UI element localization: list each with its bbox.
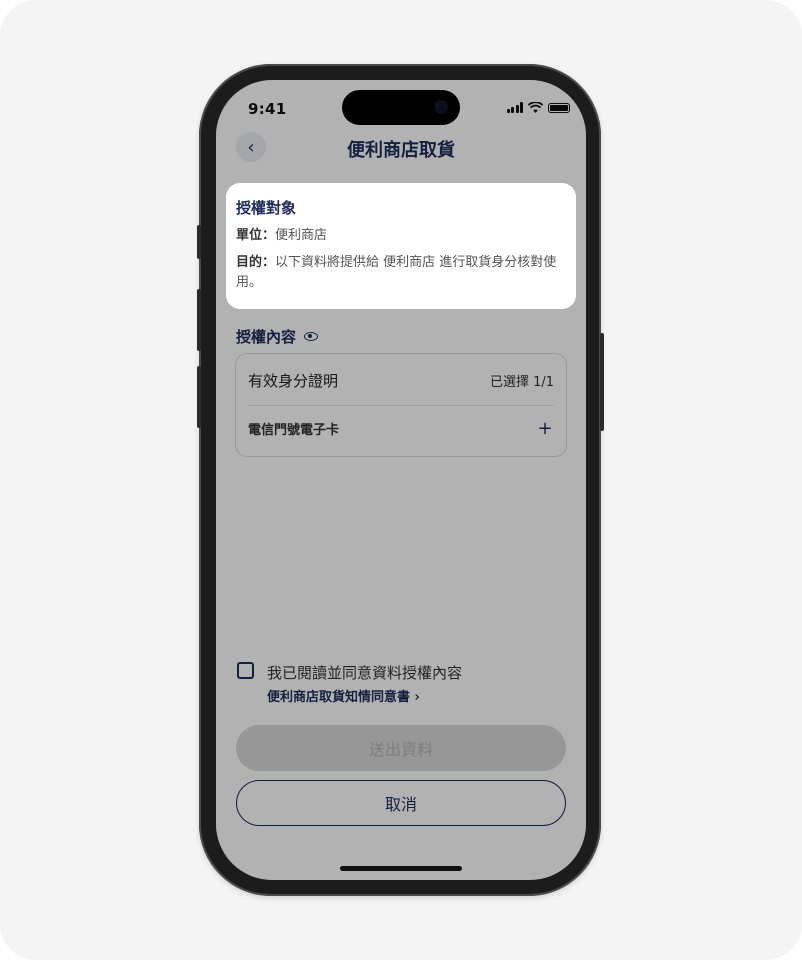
home-indicator — [340, 866, 462, 871]
camera-icon — [434, 100, 448, 114]
volume-up-button — [197, 289, 201, 351]
auth-target-card: 授權對象 單位：便利商店 目的：以下資料將提供給 便利商店 進行取貨身分核對使用… — [226, 183, 576, 309]
unit-line: 單位：便利商店 — [236, 226, 566, 246]
unit-value: 便利商店 — [275, 228, 328, 243]
cellular-signal-icon — [506, 102, 523, 113]
power-button — [600, 333, 604, 431]
submit-button[interactable]: 送出資料 — [236, 725, 566, 771]
wifi-icon — [528, 102, 543, 113]
nav-header: ‹ 便利商店取貨 — [216, 130, 586, 164]
auth-content-card: 有效身分證明 已選擇 1/1 電信門號電子卡 + — [235, 353, 567, 457]
divider — [248, 405, 554, 406]
unit-label: 單位： — [236, 228, 276, 243]
cancel-button[interactable]: 取消 — [236, 780, 566, 826]
plus-icon[interactable]: + — [536, 418, 554, 439]
telecom-card-row[interactable]: 電信門號電子卡 + — [248, 418, 554, 439]
id-proof-title: 有效身分證明 — [248, 372, 339, 390]
auth-target-heading: 授權對象 — [236, 199, 297, 217]
status-icons — [506, 102, 570, 113]
volume-down-button — [197, 366, 201, 428]
battery-icon — [548, 102, 570, 113]
selection-count: 已選擇 1/1 — [489, 375, 554, 390]
agree-text: 我已閱讀並同意資料授權內容 — [267, 664, 463, 682]
id-proof-row[interactable]: 有效身分證明 已選擇 1/1 — [248, 370, 554, 391]
agree-checkbox[interactable] — [237, 662, 254, 679]
auth-content-title: 授權內容 — [236, 328, 297, 346]
purpose-label: 目的： — [236, 255, 276, 270]
dynamic-island — [342, 90, 460, 125]
telecom-card-label: 電信門號電子卡 — [248, 423, 340, 438]
purpose-line: 目的：以下資料將提供給 便利商店 進行取貨身分核對使用。 — [236, 253, 566, 293]
page-title: 便利商店取貨 — [347, 140, 455, 161]
auth-content-heading: 授權內容 — [236, 326, 319, 347]
status-time: 9:41 — [248, 100, 287, 118]
consent-form-link[interactable]: 便利商店取貨知情同意書 › — [267, 686, 420, 705]
purpose-value: 以下資料將提供給 便利商店 進行取貨身分核對使用。 — [236, 255, 557, 290]
phone-screen: 9:41 ‹ 便利商店取貨 授權內容 有效身分證明 已選擇 1/1 電信門號電子… — [216, 80, 586, 880]
action-button — [197, 225, 201, 259]
eye-icon[interactable] — [304, 332, 319, 341]
